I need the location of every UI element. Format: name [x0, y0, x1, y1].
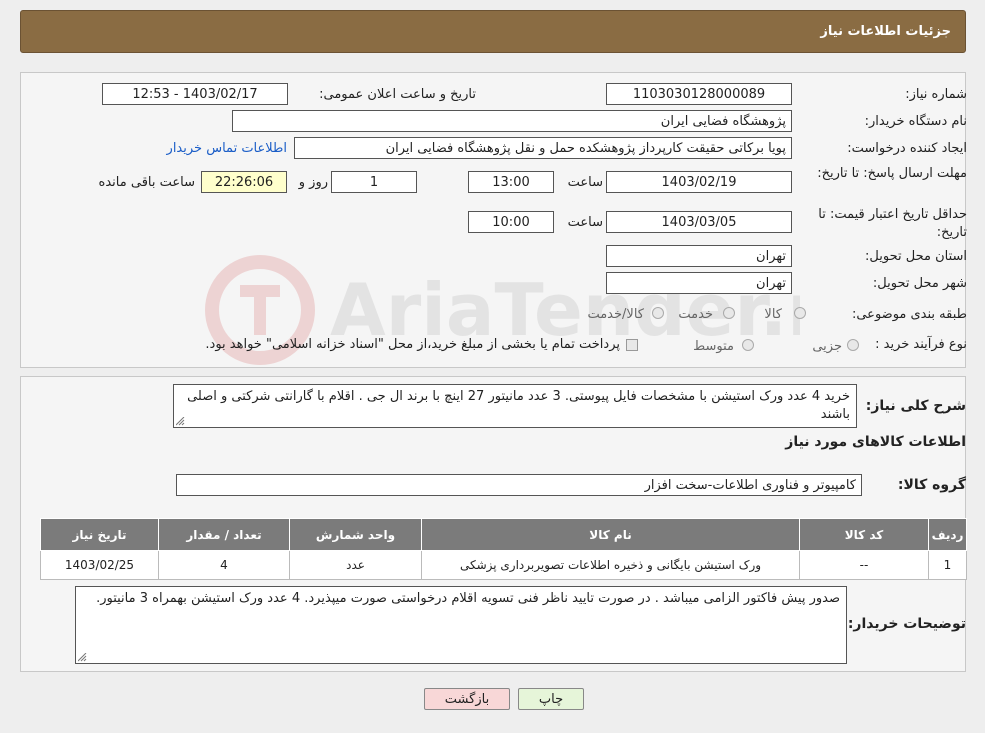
- days-label: روز و: [298, 175, 328, 190]
- need-number-label: شماره نیاز:: [905, 87, 967, 102]
- cell-name: ورک استیشن بایگانی و ذخیره اطلاعات تصویر…: [421, 550, 800, 580]
- process-option-medium: متوسط: [693, 339, 734, 354]
- province-label: استان محل تحویل:: [865, 249, 967, 264]
- buyer-notes-textarea[interactable]: صدور پیش فاکتور الزامی میباشد . در صورت …: [75, 586, 847, 664]
- process-radio-medium[interactable]: [742, 339, 754, 351]
- province-field: تهران: [606, 245, 792, 267]
- buyer-notes-label: توضیحات خریدار:: [847, 616, 966, 632]
- goods-group-field: کامپیوتر و فناوری اطلاعات-سخت افزار: [176, 474, 862, 496]
- col-date: تاریخ نیاز: [40, 518, 159, 551]
- deadline-date-field: 1403/02/19: [606, 171, 792, 193]
- cell-qty: 4: [158, 550, 290, 580]
- treasury-checkbox[interactable]: [626, 339, 638, 351]
- back-button[interactable]: بازگشت: [424, 688, 510, 710]
- col-code: کد کالا: [799, 518, 929, 551]
- buyer-contact-link[interactable]: اطلاعات تماس خریدار: [167, 141, 287, 156]
- col-name: نام کالا: [421, 518, 800, 551]
- category-radio-goods-service[interactable]: [652, 307, 664, 319]
- cell-date: 1403/02/25: [40, 550, 159, 580]
- deadline-time-label: ساعت: [567, 175, 603, 190]
- resize-grip-icon[interactable]: [78, 653, 87, 662]
- remaining-time-field: 22:26:06: [201, 171, 287, 193]
- announce-label: تاریخ و ساعت اعلان عمومی:: [319, 87, 476, 102]
- print-button[interactable]: چاپ: [518, 688, 584, 710]
- description-textarea[interactable]: خرید 4 عدد ورک استیشن با مشخصات فایل پیو…: [173, 384, 857, 428]
- buyer-org-field: پژوهشگاه فضایی ایران: [232, 110, 792, 132]
- city-label: شهر محل تحویل:: [872, 276, 967, 291]
- goods-table-header: ردیف کد کالا نام کالا واحد شمارش تعداد /…: [40, 518, 967, 551]
- validity-date-field: 1403/03/05: [606, 211, 792, 233]
- need-number-field: 1103030128000089: [606, 83, 792, 105]
- deadline-time-field: 13:00: [468, 171, 554, 193]
- category-label: طبقه بندی موضوعی:: [851, 307, 967, 322]
- page-title: جزئیات اطلاعات نیاز: [820, 24, 951, 39]
- resize-grip-icon[interactable]: [176, 417, 185, 426]
- process-option-minor: جزیی: [812, 339, 842, 354]
- validity-label: حداقل تاریخ اعتبار قیمت: تا تاریخ:: [818, 207, 967, 240]
- validity-time-field: 10:00: [468, 211, 554, 233]
- cell-unit: عدد: [289, 550, 422, 580]
- goods-table: ردیف کد کالا نام کالا واحد شمارش تعداد /…: [40, 518, 967, 580]
- creator-label: ایجاد کننده درخواست:: [847, 141, 967, 156]
- validity-time-label: ساعت: [567, 215, 603, 230]
- description-text: خرید 4 عدد ورک استیشن با مشخصات فایل پیو…: [187, 389, 850, 422]
- city-field: تهران: [606, 272, 792, 294]
- col-row: ردیف: [928, 518, 967, 551]
- cell-row: 1: [928, 550, 967, 580]
- table-row: 1 -- ورک استیشن بایگانی و ذخیره اطلاعات …: [40, 550, 967, 580]
- creator-field: پویا برکاتی حقیقت کارپرداز پژوهشکده حمل …: [294, 137, 792, 159]
- goods-section-title: اطلاعات کالاهای مورد نیاز: [785, 434, 966, 450]
- deadline-label: مهلت ارسال پاسخ: تا تاریخ:: [817, 166, 967, 181]
- buyer-org-label: نام دستگاه خریدار:: [864, 114, 967, 129]
- process-label: نوع فرآیند خرید :: [875, 337, 967, 352]
- category-radio-service[interactable]: [723, 307, 735, 319]
- page-header: جزئیات اطلاعات نیاز: [20, 10, 966, 53]
- announce-field: 1403/02/17 - 12:53: [102, 83, 288, 105]
- buyer-notes-text: صدور پیش فاکتور الزامی میباشد . در صورت …: [96, 591, 840, 606]
- cell-code: --: [799, 550, 929, 580]
- col-unit: واحد شمارش: [289, 518, 422, 551]
- category-option-service: خدمت: [678, 307, 713, 322]
- goods-group-label: گروه کالا:: [897, 477, 966, 493]
- days-field: 1: [331, 171, 417, 193]
- category-option-goods-service: کالا/خدمت: [587, 307, 644, 322]
- col-qty: تعداد / مقدار: [158, 518, 290, 551]
- remaining-label: ساعت باقی مانده: [98, 175, 195, 190]
- category-radio-goods[interactable]: [794, 307, 806, 319]
- description-label: شرح کلی نیاز:: [865, 398, 966, 414]
- process-radio-minor[interactable]: [847, 339, 859, 351]
- treasury-note: پرداخت تمام یا بخشی از مبلغ خرید،از محل …: [205, 337, 620, 352]
- category-option-goods: کالا: [764, 307, 782, 322]
